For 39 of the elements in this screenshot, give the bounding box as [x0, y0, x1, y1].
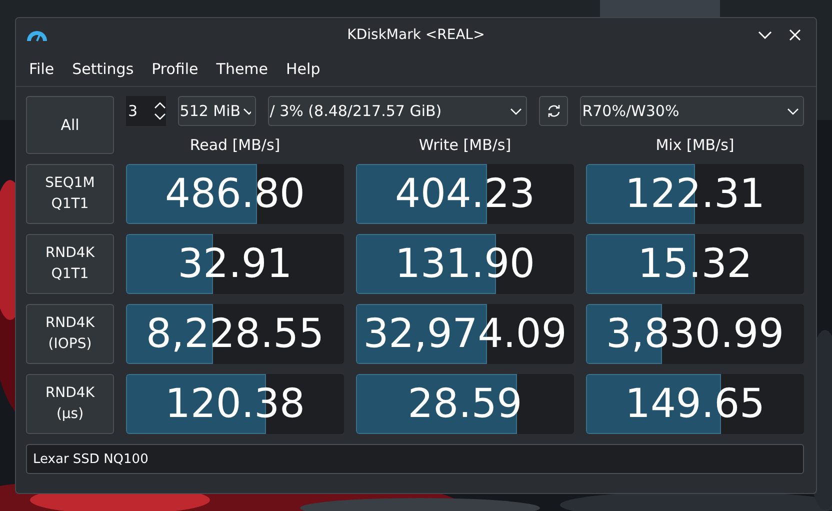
caret-icon — [510, 108, 522, 114]
result-value: 28.59 — [408, 384, 522, 424]
result-value: 3,830.99 — [606, 314, 784, 354]
mix-dropdown[interactable]: R70%/W30% — [580, 96, 804, 126]
test-button[interactable]: RND4K Q1T1 — [26, 234, 114, 294]
window-title: KDiskMark <REAL> — [347, 27, 485, 43]
menu-item[interactable]: File — [20, 60, 64, 78]
chevron-down-icon — [758, 31, 772, 39]
device-field[interactable]: Lexar SSD NQ100 — [26, 444, 804, 474]
caret-icon — [242, 108, 251, 114]
result-value: 32.91 — [178, 244, 292, 284]
up-down-arrows-icon — [154, 101, 166, 121]
result-value: 149.65 — [625, 384, 765, 424]
column-header: Write [MB/s] — [418, 135, 512, 156]
result-value: 486.80 — [165, 174, 305, 214]
close-icon — [789, 29, 801, 41]
size-dropdown[interactable]: 512 MiB — [178, 96, 256, 126]
all-button[interactable]: All — [26, 96, 114, 154]
loops-spinbox[interactable]: 3 — [126, 96, 166, 126]
menu-item[interactable]: Settings — [63, 60, 143, 78]
result-value: 404.23 — [395, 174, 535, 214]
caret-icon — [786, 108, 799, 114]
result-value: 32,974.09 — [363, 314, 567, 354]
result-value: 15.32 — [638, 244, 752, 284]
result-value: 122.31 — [625, 174, 765, 214]
refresh-button[interactable] — [539, 96, 568, 126]
test-button[interactable]: RND4K (µs) — [26, 374, 114, 434]
menu-item[interactable]: Help — [277, 60, 330, 78]
menu-item[interactable]: Profile — [142, 60, 208, 78]
menu-item[interactable]: Theme — [207, 60, 278, 78]
test-button[interactable]: RND4K (IOPS) — [26, 304, 114, 364]
result-value: 131.90 — [395, 244, 535, 284]
result-value: 120.38 — [165, 384, 305, 424]
column-header: Mix [MB/s] — [654, 135, 736, 156]
refresh-icon — [546, 104, 561, 118]
result-value: 8,228.55 — [146, 314, 324, 354]
test-button[interactable]: SEQ1M Q1T1 — [26, 164, 114, 224]
column-header: Read [MB/s] — [188, 135, 282, 156]
drive-dropdown[interactable]: / 3% (8.48/217.57 GiB) — [268, 96, 528, 126]
